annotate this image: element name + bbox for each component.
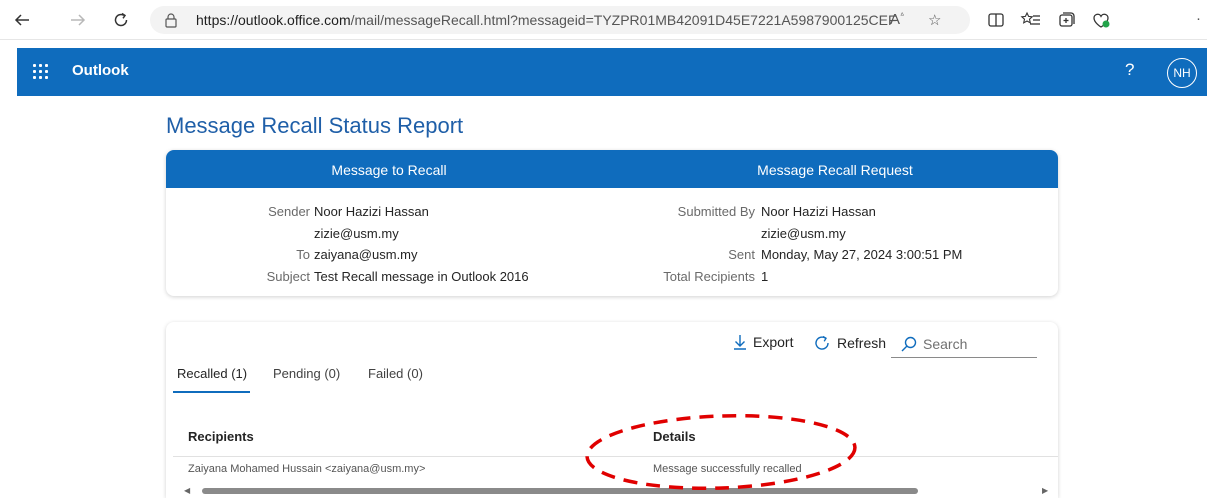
submitter-email-value: zizie@usm.my [761, 226, 846, 241]
browser-toolbar: https://outlook.office.com/mail/messageR… [0, 0, 1207, 40]
refresh-button[interactable]: Refresh [813, 334, 886, 352]
export-button[interactable]: Export [733, 334, 793, 350]
url-text[interactable]: https://outlook.office.com/mail/messageR… [196, 12, 896, 28]
avatar[interactable]: NH [1167, 58, 1197, 88]
scroll-left-icon[interactable]: ◀ [184, 486, 190, 495]
favorite-star-icon[interactable]: ☆ [928, 11, 941, 29]
message-to-recall-heading: Message to Recall [331, 162, 447, 178]
total-recipients-value: 1 [761, 269, 769, 284]
back-arrow-icon[interactable] [10, 8, 34, 32]
search-placeholder: Search [923, 336, 968, 352]
page-title: Message Recall Status Report [166, 113, 464, 138]
refresh-label: Refresh [837, 335, 887, 351]
search-icon [901, 336, 917, 352]
to-label: To [296, 247, 310, 262]
recall-request-heading: Message Recall Request [757, 162, 913, 178]
search-input[interactable]: Search [891, 332, 1037, 358]
favorites-icon[interactable] [1020, 9, 1042, 31]
address-bar[interactable]: https://outlook.office.com/mail/messageR… [150, 6, 970, 34]
help-icon[interactable]: ? [1125, 60, 1134, 80]
tab-recalled[interactable]: Recalled (1) [177, 366, 247, 381]
active-tab-indicator [173, 391, 250, 393]
forward-arrow-icon[interactable] [66, 8, 90, 32]
export-label: Export [753, 334, 794, 350]
split-screen-icon[interactable] [985, 9, 1007, 31]
download-icon [734, 335, 746, 350]
app-title[interactable]: Outlook [72, 62, 129, 79]
recipient-cell: Zaiyana Mohamed Hussain <zaiyana@usm.my> [188, 463, 426, 475]
reload-icon[interactable] [109, 8, 133, 32]
app-launcher-icon[interactable] [33, 64, 49, 80]
lock-icon[interactable] [164, 12, 178, 28]
sender-value: Noor Hazizi Hassan [314, 204, 429, 219]
recall-summary-card: Message to Recall Message Recall Request… [166, 150, 1058, 296]
to-value: zaiyana@usm.my [314, 247, 418, 262]
refresh-icon [815, 335, 829, 350]
sender-email-value: zizie@usm.my [314, 226, 399, 241]
subject-label: Subject [266, 269, 310, 284]
scroll-right-icon[interactable]: ▶ [1042, 486, 1048, 495]
sender-label: Sender [268, 204, 310, 219]
annotation-ellipse [585, 413, 857, 491]
sent-label: Sent [728, 247, 755, 262]
submitted-by-value: Noor Hazizi Hassan [761, 204, 876, 219]
more-menu-icon[interactable]: · [1196, 10, 1201, 27]
submitted-by-label: Submitted By [677, 204, 755, 219]
url-domain: https://outlook.office.com [196, 12, 351, 28]
sent-value: Monday, May 27, 2024 3:00:51 PM [761, 247, 963, 262]
tab-failed[interactable]: Failed (0) [368, 366, 423, 381]
total-recipients-label: Total Recipients [663, 269, 755, 284]
collections-icon[interactable] [1055, 9, 1077, 31]
recipients-column-header[interactable]: Recipients [188, 429, 254, 444]
subject-value: Test Recall message in Outlook 2016 [314, 269, 529, 284]
url-path: /mail/messageRecall.html?messageid=TYZPR… [350, 12, 896, 28]
card-header: Message to Recall Message Recall Request [166, 150, 1058, 188]
read-aloud-icon[interactable]: Aᐞ [890, 11, 904, 28]
app-header: Outlook ? NH [17, 48, 1207, 96]
tab-pending[interactable]: Pending (0) [273, 366, 340, 381]
browser-essentials-icon[interactable] [1090, 9, 1112, 31]
